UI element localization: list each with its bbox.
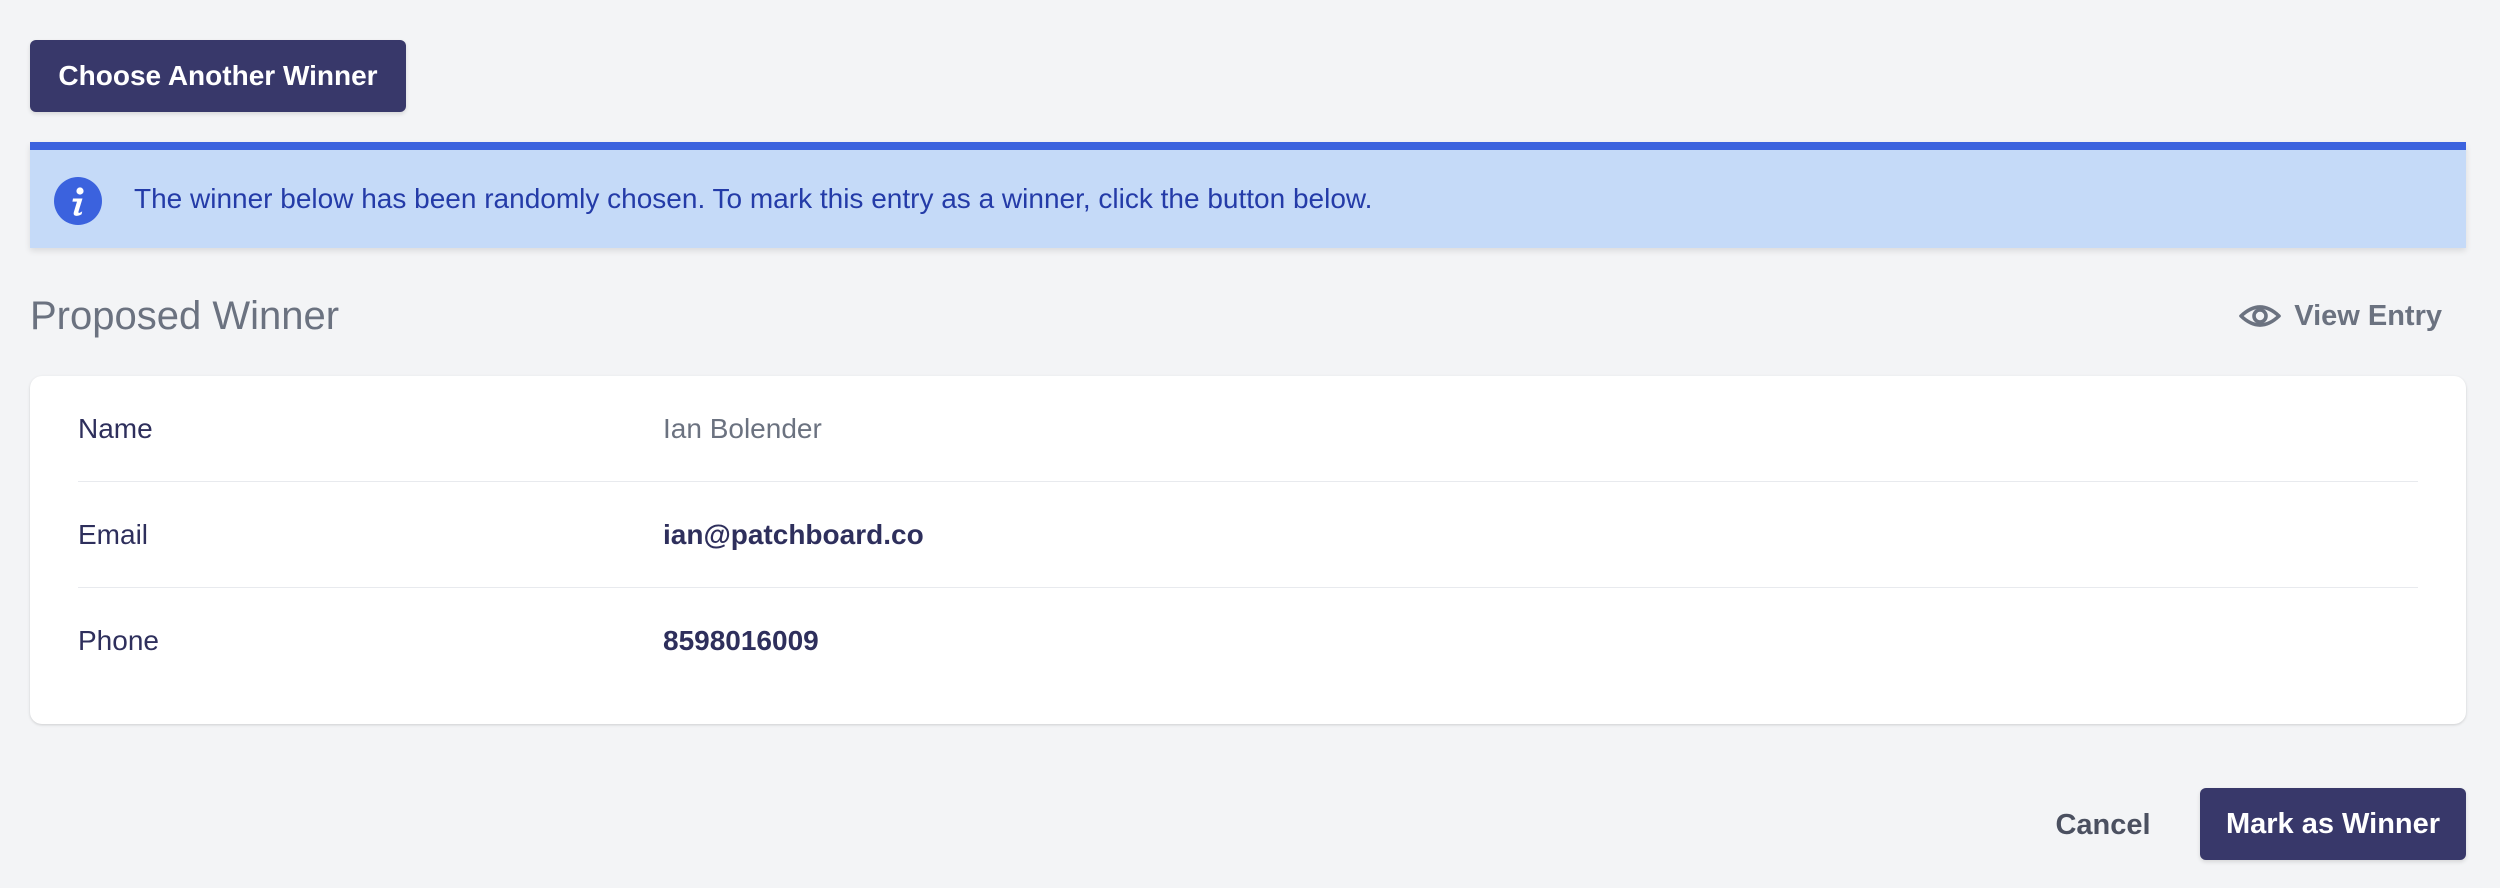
name-label: Name bbox=[78, 412, 153, 444]
phone-value: 8598016009 bbox=[663, 625, 819, 656]
email-label: Email bbox=[78, 518, 149, 550]
cancel-button[interactable]: Cancel bbox=[2036, 790, 2170, 860]
eye-icon bbox=[2238, 294, 2282, 338]
view-entry-link[interactable]: View Entry bbox=[2238, 292, 2442, 340]
detail-row-name: Name Ian Bolender bbox=[78, 376, 2418, 482]
section-title: Proposed Winner bbox=[30, 294, 340, 338]
detail-row-phone: Phone 8598016009 bbox=[78, 588, 2418, 694]
mark-as-winner-button[interactable]: Mark as Winner bbox=[2200, 788, 2466, 860]
alert-message: The winner below has been randomly chose… bbox=[134, 183, 1373, 214]
detail-row-email: Email ian@patchboard.co bbox=[78, 482, 2418, 588]
choose-another-winner-button[interactable]: Choose Another Winner bbox=[30, 40, 406, 112]
winner-details-card: Name Ian Bolender Email ian@patchboard.c… bbox=[30, 376, 2466, 724]
name-value: Ian Bolender bbox=[663, 412, 822, 444]
email-value: ian@patchboard.co bbox=[663, 518, 924, 550]
phone-label: Phone bbox=[78, 625, 159, 656]
info-icon bbox=[54, 177, 102, 225]
info-alert: The winner below has been randomly chose… bbox=[30, 142, 2466, 248]
view-entry-label: View Entry bbox=[2294, 299, 2442, 332]
